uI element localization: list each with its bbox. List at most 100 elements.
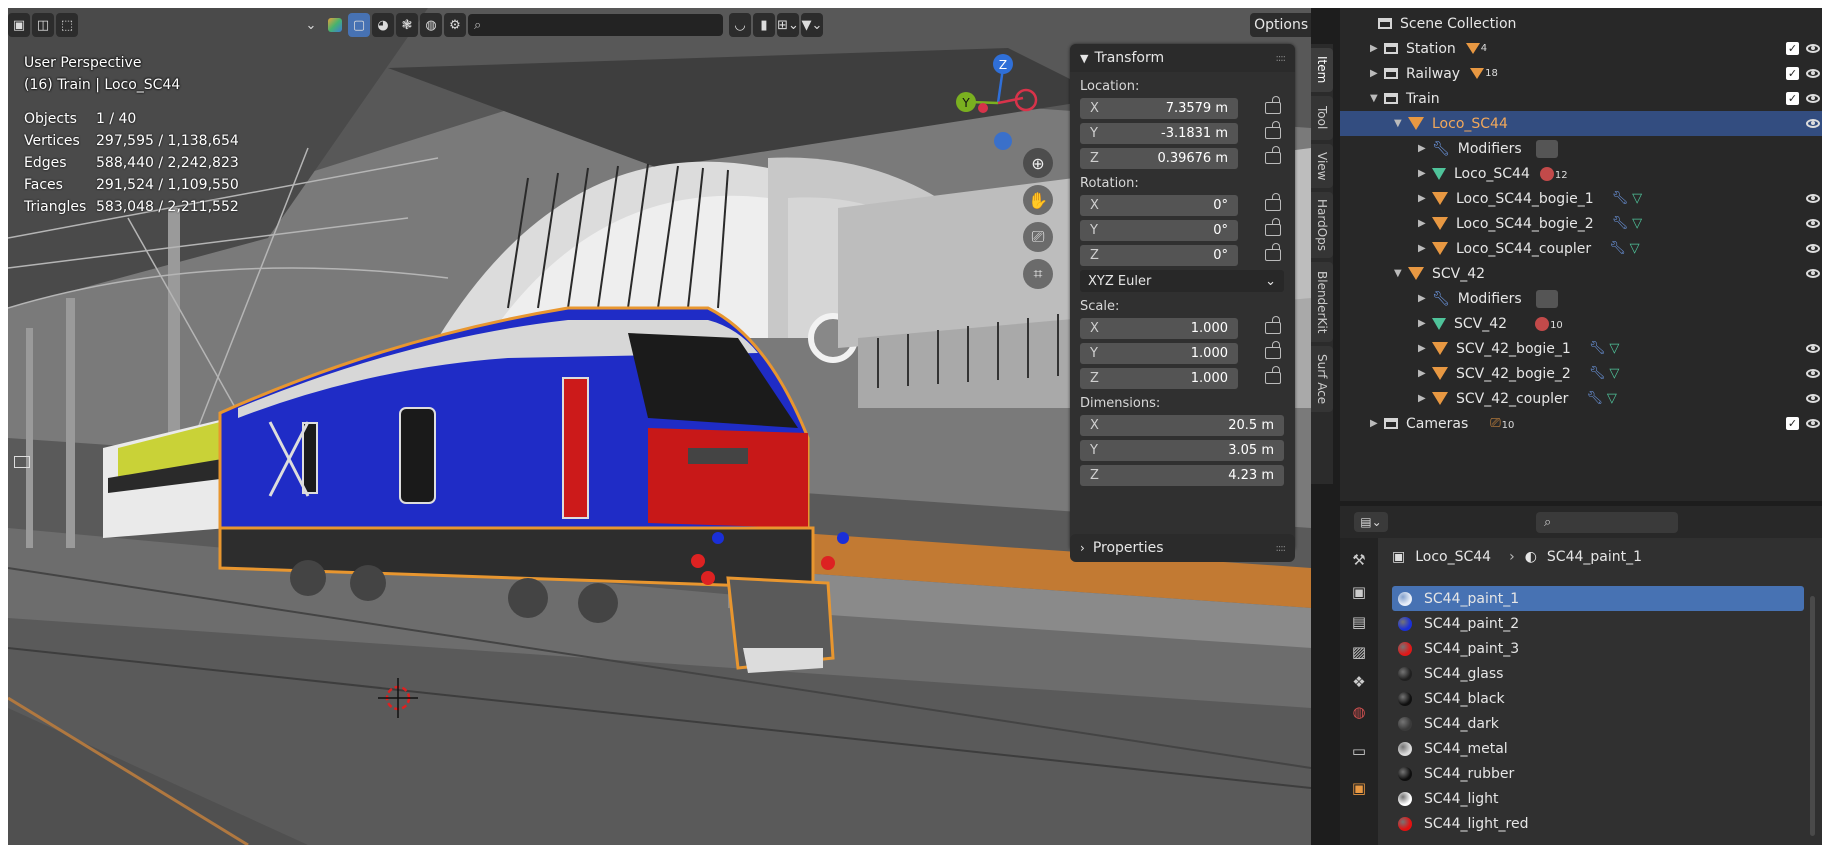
material-slot[interactable]: SC44_paint_3 [1392, 636, 1804, 661]
material-slot[interactable]: SC44_black [1392, 686, 1804, 711]
outliner-row-scv-42[interactable]: ▼ SCV_42 [1340, 261, 1822, 286]
viewport-search-field[interactable]: ⌕ [468, 14, 723, 36]
zoom-icon[interactable]: ⊕ [1023, 148, 1053, 178]
camera-view-icon[interactable]: ⎚ [1023, 222, 1053, 252]
chevron-down-icon[interactable]: ▼ [1370, 93, 1384, 104]
collection-icon[interactable]: ▭ [1349, 741, 1369, 761]
render-icon[interactable]: ▣ [1349, 582, 1369, 602]
chevron-right-icon[interactable]: ▶ [1418, 243, 1432, 254]
tab-blenderkit[interactable]: BlenderKit [1311, 262, 1333, 342]
chevron-right-icon[interactable]: ▶ [1370, 43, 1384, 54]
transform-header[interactable]: ▼ Transform:::: [1070, 44, 1295, 72]
material-slot[interactable]: SC44_rubber [1392, 761, 1804, 786]
eye-icon[interactable] [1806, 419, 1820, 428]
object-types-icon[interactable] [324, 13, 346, 37]
lock-icon[interactable] [1265, 96, 1281, 114]
eye-icon[interactable] [1806, 394, 1820, 403]
material-slot[interactable]: SC44_dark [1392, 711, 1804, 736]
bookmark-icon[interactable]: ▮ [753, 13, 775, 37]
dimensions-z-field[interactable]: Z 4.23 m [1080, 465, 1284, 486]
editor-type-icon[interactable]: ▤⌄ [1354, 512, 1388, 532]
material-slot[interactable]: SC44_metal [1392, 736, 1804, 761]
outliner-row-mesh-scv-42[interactable]: ▶ SCV_42 10 [1340, 311, 1822, 336]
exclude-checkbox[interactable]: ✓ [1786, 42, 1799, 55]
rotation-z-field[interactable]: Z 0° [1080, 243, 1281, 266]
tab-surf-ace[interactable]: Surf Ace [1311, 346, 1333, 412]
tab-view[interactable]: View [1311, 144, 1333, 188]
drag-grip-icon[interactable]: :::: [1276, 543, 1287, 554]
perspective-grid-icon[interactable]: ⌗ [1023, 259, 1053, 289]
location-z-field[interactable]: Z 0.39676 m [1080, 146, 1281, 169]
eye-icon[interactable] [1806, 369, 1820, 378]
tab-tool[interactable]: Tool [1311, 96, 1333, 140]
3d-viewport[interactable]: Z Y ▣ ◫ ⬚ ⌄ ▢ ◕ ❃ ◍ ⚙ ⌕ ◡ ▮ ⊞⌄ ▼⌄ Option… [8, 8, 1311, 845]
shading-material-icon[interactable]: ❃ [396, 13, 418, 37]
mode-select-icon[interactable]: ▣ [8, 13, 30, 37]
dimensions-y-field[interactable]: Y 3.05 m [1080, 440, 1284, 461]
eye-icon[interactable] [1806, 119, 1820, 128]
properties-search-field[interactable]: ⌕ [1536, 512, 1678, 533]
eye-icon[interactable] [1806, 69, 1820, 78]
lock-icon[interactable] [1265, 193, 1281, 211]
chevron-right-icon[interactable]: ▶ [1418, 193, 1432, 204]
envelope-icon[interactable] [14, 456, 30, 468]
outliner-row-scv-42-bogie-2[interactable]: ▶ SCV_42_bogie_2 🔧︎ ▽ [1340, 361, 1822, 386]
shading-rendered-icon[interactable]: ◍ [420, 13, 442, 37]
eye-icon[interactable] [1806, 344, 1820, 353]
outliner-row-scv-42-coupler[interactable]: ▶ SCV_42_coupler 🔧︎ ▽ [1340, 386, 1822, 411]
material-slot[interactable]: SC44_paint_2 [1392, 611, 1804, 636]
tree-view-icon[interactable]: ⊞⌄ [777, 13, 799, 37]
properties-panel-header[interactable]: › Properties:::: [1070, 534, 1295, 562]
outliner-row-loco-sc44-coupler[interactable]: ▶ Loco_SC44_coupler 🔧︎ ▽ [1340, 236, 1822, 261]
lock-icon[interactable] [1265, 146, 1281, 164]
tab-hardops[interactable]: HardOps [1311, 192, 1333, 258]
tab-item[interactable]: Item [1311, 48, 1333, 92]
drag-grip-icon[interactable]: :::: [1276, 53, 1287, 64]
outliner-row-mesh-loco-sc44[interactable]: ▶ Loco_SC44 12 [1340, 161, 1822, 186]
lock-icon[interactable] [1265, 243, 1281, 261]
outliner-row-train[interactable]: ▼ Train ✓ [1340, 86, 1822, 111]
material-list-scrollbar[interactable] [1810, 596, 1815, 836]
outliner-row-railway[interactable]: ▶ Railway 18 ✓ [1340, 61, 1822, 86]
lock-icon[interactable] [1265, 316, 1281, 334]
scale-y-field[interactable]: Y 1.000 [1080, 341, 1281, 364]
chevron-down-icon[interactable]: ▼ [1394, 268, 1408, 279]
material-slot[interactable]: SC44_light [1392, 786, 1804, 811]
rotation-x-field[interactable]: X 0° [1080, 193, 1281, 216]
exclude-checkbox[interactable]: ✓ [1786, 417, 1799, 430]
eye-icon[interactable] [1806, 94, 1820, 103]
exclude-checkbox[interactable]: ✓ [1786, 67, 1799, 80]
scale-z-field[interactable]: Z 1.000 [1080, 366, 1281, 389]
material-slot[interactable]: SC44_glass [1392, 661, 1804, 686]
chevron-right-icon[interactable]: ▶ [1418, 293, 1432, 304]
chevron-right-icon[interactable]: ▶ [1370, 68, 1384, 79]
material-slot[interactable]: SC44_paint_1 [1392, 586, 1804, 611]
outliner-row-scv-42-bogie-1[interactable]: ▶ SCV_42_bogie_1 🔧︎ ▽ [1340, 336, 1822, 361]
chevron-right-icon[interactable]: ▶ [1418, 218, 1432, 229]
tool-settings-icon[interactable]: ⚒ [1349, 550, 1369, 570]
location-x-field[interactable]: X 7.3579 m [1080, 96, 1281, 119]
object-icon[interactable]: ▣ [1349, 778, 1369, 798]
dimensions-x-field[interactable]: X 20.5 m [1080, 415, 1284, 436]
lock-icon[interactable] [1265, 341, 1281, 359]
outliner-row-modifiers[interactable]: ▶ 🔧︎ Modifiers [1340, 136, 1822, 161]
eye-icon[interactable] [1806, 219, 1820, 228]
lock-icon[interactable] [1265, 366, 1281, 384]
shading-solid-icon[interactable]: ◕ [372, 13, 394, 37]
eye-icon[interactable] [1806, 269, 1820, 278]
select-subtract-icon[interactable]: ⬚ [56, 13, 78, 37]
outliner-row-station[interactable]: ▶ Station 4 ✓ [1340, 36, 1822, 61]
output-icon[interactable]: ▤ [1349, 612, 1369, 632]
chevron-right-icon[interactable]: ▶ [1418, 368, 1432, 379]
rotation-y-field[interactable]: Y 0° [1080, 218, 1281, 241]
lock-icon[interactable] [1265, 218, 1281, 236]
chevron-right-icon[interactable]: ▶ [1418, 318, 1432, 329]
scale-x-field[interactable]: X 1.000 [1080, 316, 1281, 339]
outliner-row-loco-sc44[interactable]: ▼ Loco_SC44 [1340, 111, 1822, 136]
select-extend-icon[interactable]: ◫ [32, 13, 54, 37]
chevron-right-icon[interactable]: ▶ [1418, 343, 1432, 354]
pan-hand-icon[interactable]: ✋ [1023, 185, 1053, 215]
exclude-checkbox[interactable]: ✓ [1786, 92, 1799, 105]
outliner-row-cameras[interactable]: ▶ Cameras ⎚ 10 ✓ [1340, 411, 1822, 436]
scene-icon[interactable]: ❖ [1349, 672, 1369, 692]
